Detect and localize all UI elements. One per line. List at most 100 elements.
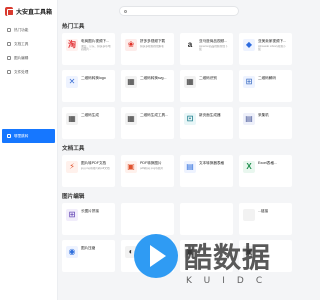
tool-title: 二维码生成 [81, 113, 99, 117]
tool-card[interactable]: ▣ [239, 240, 292, 272]
tool-title: 图片压缩 [81, 246, 96, 250]
tool-description [81, 252, 95, 259]
tool-title: 二维码解码 [258, 76, 276, 80]
watermark-subtext: KUIDC [186, 276, 275, 286]
sidebar-item-files[interactable]: 文件处理 [0, 65, 57, 79]
tool-description [258, 167, 277, 174]
tool-card[interactable] [180, 203, 233, 235]
image-icon [7, 56, 11, 60]
tool-card[interactable]: ▦ 二维码生成工具... [121, 107, 174, 139]
tool-description [140, 82, 167, 89]
tool-title: 二维码转换svg... [140, 76, 167, 80]
tool-description: Amazon商品视频在线下载 [199, 44, 228, 52]
tool-icon: ▦ [125, 76, 137, 88]
tool-icon: ❀ [125, 39, 137, 51]
tool-title: 图片转PDF文档 [81, 161, 107, 165]
tool-card[interactable]: ✕ 二维码转换logo [62, 70, 115, 102]
tool-card[interactable]: ▦ 二维码转换svg... [121, 70, 174, 102]
tool-card[interactable]: ▤ 文本转换器表格 [180, 155, 233, 187]
tool-card[interactable]: ▣ [180, 240, 233, 272]
tool-title: 拼多多视频下载 [140, 39, 166, 43]
tool-title: PDF转换图片 [140, 161, 162, 165]
tool-icon: ▦ [66, 113, 78, 125]
tool-description: 拼多多视频在线解析 [140, 44, 165, 48]
tool-description: Alimaxdo Library视频下载 [258, 44, 287, 52]
tool-description [199, 167, 224, 174]
tool-icon: ⚡ [66, 161, 78, 173]
tool-card[interactable]: ◐ [121, 240, 174, 272]
tool-description: 淘宝、京东、拼多多等电商图片... [81, 44, 111, 52]
section-title: 图片编辑 [62, 194, 85, 200]
toolbox-logo-icon [5, 6, 14, 16]
tool-title: Excel表格... [258, 161, 277, 165]
tool-card[interactable]: ▦ 二维码识别 [180, 70, 233, 102]
header [58, 0, 300, 22]
sidebar-nav: 热门功能 文档工具 图片编辑 文件处理 哪里跳转 [0, 23, 57, 143]
tool-card[interactable]: ▤ 采集机 [239, 107, 292, 139]
section-title: 文档工具 [62, 146, 85, 152]
tool-icon: ⊞ [243, 76, 255, 88]
tool-card[interactable]: ⊡ 新页面生成器 [180, 107, 233, 139]
tool-title: ...链接 [258, 209, 269, 213]
tool-description [81, 215, 99, 222]
tool-icon: ▣ [184, 246, 196, 258]
tool-card[interactable]: ▣ PDF转换图片 pdf转jpg png等图片 [121, 155, 174, 187]
tool-title: 文本转换器表格 [199, 161, 225, 165]
tool-title: 二维码转换logo [81, 76, 106, 80]
tool-card[interactable]: ...链接 [239, 203, 292, 235]
tool-card[interactable]: ◆ 亚美卖家视频下... Alimaxdo Library视频下载 [239, 33, 292, 65]
tool-description [258, 119, 269, 126]
tool-title: 长图片拼接 [81, 209, 99, 213]
tool-icon [243, 209, 255, 221]
tool-icon: ▦ [125, 113, 137, 125]
tool-description [140, 119, 168, 126]
section-title: 热门工具 [62, 24, 85, 30]
sidebar: 大安直工具箱 热门功能 文档工具 图片编辑 文件处理 哪里跳转 [0, 0, 58, 300]
tool-card[interactable]: X Excel表格... [239, 155, 292, 187]
tool-icon: ▤ [184, 161, 196, 173]
brand[interactable]: 大安直工具箱 [0, 2, 57, 20]
tool-title: 二维码识别 [199, 76, 217, 80]
tool-card[interactable]: ▦ 二维码生成 [62, 107, 115, 139]
tool-icon [125, 209, 137, 221]
tool-icon: ◆ [243, 39, 255, 51]
tool-icon: ▦ [184, 76, 196, 88]
fire-icon [7, 28, 11, 32]
folder-icon [7, 70, 11, 74]
tool-description: jpg png等图片转pdf文档 [81, 166, 110, 170]
sidebar-item-label: 哪里跳转 [14, 133, 29, 138]
brand-title: 大安直工具箱 [15, 9, 52, 16]
search-icon [124, 9, 127, 13]
tool-card[interactable]: ⊞ 长图片拼接 [62, 203, 115, 235]
sidebar-item-hot[interactable]: 热门功能 [0, 23, 57, 37]
tool-icon: 淘 [66, 39, 78, 51]
tool-icon: ◉ [66, 246, 78, 258]
tool-card[interactable]: a 亚马逊商品视频... Amazon商品视频在线下载 [180, 33, 233, 65]
tool-card[interactable]: ⚡ 图片转PDF文档 jpg png等图片转pdf文档 [62, 155, 115, 187]
sidebar-item-label: 图片编辑 [14, 55, 29, 60]
tool-card[interactable]: ◉ 图片压缩 [62, 240, 115, 272]
sidebar-item-image[interactable]: 图片编辑 [0, 51, 57, 65]
tool-description [81, 119, 99, 126]
tool-description [258, 82, 276, 89]
tool-card[interactable]: ⊞ 二维码解码 [239, 70, 292, 102]
tool-icon: ✕ [66, 76, 78, 88]
tool-icon: ▣ [125, 161, 137, 173]
document-icon [7, 42, 11, 46]
sidebar-item-redirect[interactable]: 哪里跳转 [2, 129, 55, 143]
tool-icon: ▣ [243, 246, 255, 258]
tool-card[interactable]: ❀ 拼多多视频下载 拼多多视频在线解析 [121, 33, 174, 65]
tool-description [258, 215, 268, 222]
tool-grid: ⊞ 长图片拼接 ...链接 ◉ 图片压缩 ◐ ▣ ▣ [62, 203, 300, 272]
tool-grid: ⚡ 图片转PDF文档 jpg png等图片转pdf文档 ▣ PDF转换图片 pdf转jpg… [62, 155, 300, 187]
tool-icon: ◐ [125, 246, 137, 258]
sidebar-item-docs[interactable]: 文档工具 [0, 37, 57, 51]
tool-card[interactable] [121, 203, 174, 235]
tool-description: pdf转jpg png等图片 [140, 166, 164, 170]
search-bar[interactable] [119, 6, 239, 16]
tool-description [81, 82, 106, 89]
tool-card[interactable]: 淘电商图片视频下... 淘宝、京东、拼多多等电商图片... [62, 33, 115, 65]
search-input[interactable] [129, 9, 234, 13]
tool-icon [184, 209, 196, 221]
tool-icon: ▤ [243, 113, 255, 125]
